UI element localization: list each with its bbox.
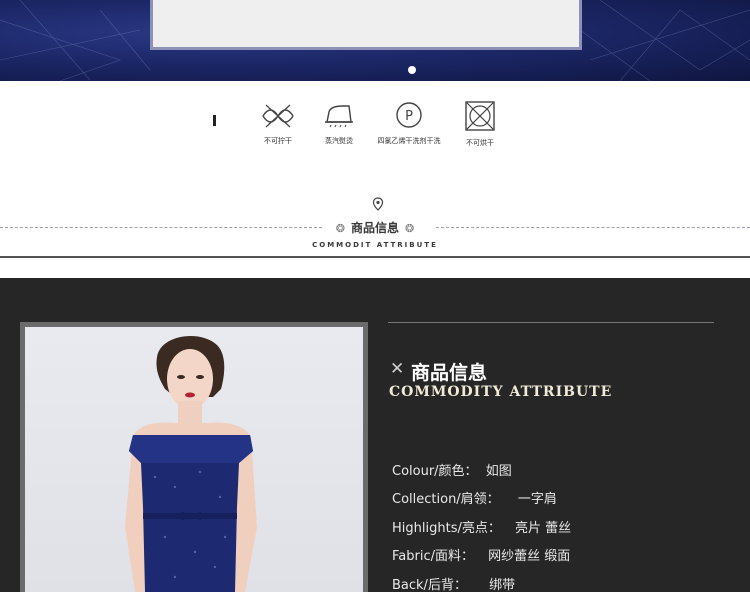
attribute-subtitle: COMMODITY ATTRIBUTE <box>389 384 613 400</box>
care-item-dry-clean: P 四氯乙烯干洗剂干洗 <box>369 100 449 146</box>
care-label: 四氯乙烯干洗剂干洗 <box>377 137 441 145</box>
top-banner <box>0 0 750 81</box>
care-instructions: 不可拧干 蒸汽熨烫 P 四氯乙烯干洗剂干洗 不可烘干 <box>0 100 750 160</box>
attribute-row-highlights: Highlights/亮点： 亮片 蕾丝 <box>392 517 571 536</box>
attribute-row-colour: Colour/颜色： 如图 <box>392 460 512 479</box>
care-label: 蒸汽熨烫 <box>325 137 353 145</box>
close-x-icon: ✕ <box>390 359 405 379</box>
attribute-top-line <box>388 322 714 323</box>
attribute-key: Back/后背： <box>392 578 467 593</box>
attribute-title: 商品信息 <box>411 362 488 384</box>
attribute-value: 一字肩 <box>517 492 557 507</box>
attribute-key: Highlights/亮点： <box>392 521 501 536</box>
svg-text:P: P <box>405 109 413 124</box>
attribute-value: 网纱蕾丝 缎面 <box>488 549 571 564</box>
no-wring-icon <box>262 104 294 128</box>
gear-ornament-icon: ❂ <box>335 222 345 235</box>
attribute-row-collection: Collection/肩领： 一字肩 <box>392 488 557 507</box>
attribute-value: 绑带 <box>489 578 516 593</box>
gear-ornament-icon: ❂ <box>405 222 415 235</box>
section-rule <box>0 256 750 258</box>
attribute-value: 亮片 蕾丝 <box>514 521 572 536</box>
attribute-value: 如图 <box>485 464 512 479</box>
care-marker <box>213 115 216 126</box>
banner-panel <box>150 0 582 50</box>
section-title-text: 商品信息 <box>350 221 399 235</box>
care-item-steam-iron: 蒸汽熨烫 <box>299 100 379 146</box>
product-photo <box>25 327 363 592</box>
section-title: ❂ 商品信息 ❂ <box>0 219 750 236</box>
carousel-dot <box>408 66 416 74</box>
location-pin-icon <box>372 197 384 211</box>
attribute-row-fabric: Fabric/面料： 网纱蕾丝 缎面 <box>392 545 570 564</box>
care-item-no-tumble-dry: 不可烘干 <box>440 100 520 148</box>
attribute-key: Collection/肩领： <box>392 492 500 507</box>
model-illustration <box>125 335 257 592</box>
attribute-row-back: Back/后背： 绑带 <box>392 574 515 593</box>
attribute-key: Colour/颜色： <box>392 464 478 479</box>
care-label: 不可烘干 <box>466 139 494 147</box>
steam-iron-icon <box>325 105 353 128</box>
attribute-key: Fabric/面料： <box>392 549 474 564</box>
section-subtitle: COMMODIT ATTRIBUTE <box>312 241 438 249</box>
no-tumble-dry-icon <box>465 101 495 131</box>
dry-clean-p-icon: P <box>396 102 422 128</box>
